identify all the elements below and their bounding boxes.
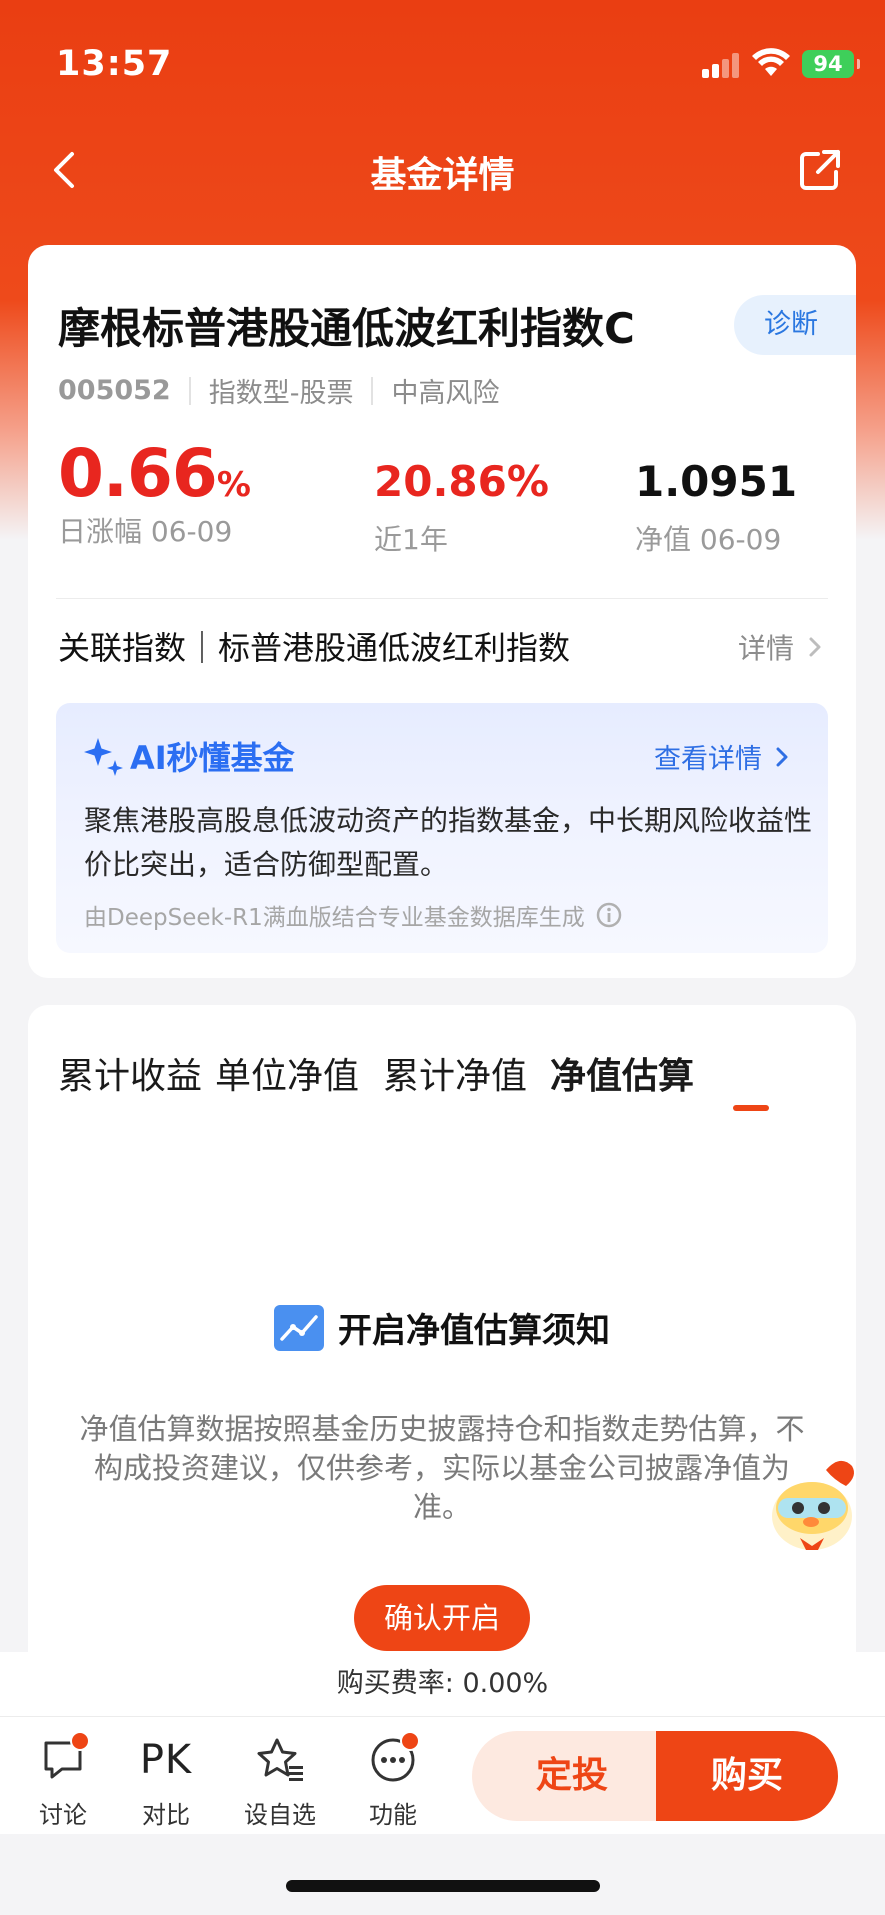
pk-icon: PK (139, 1737, 193, 1783)
ai-view-detail-link[interactable]: 查看详情 (654, 737, 794, 776)
nav-stat: 1.0951 净值 06-09 (635, 457, 797, 558)
status-bar: 13:57 94 (0, 0, 885, 120)
fund-meta: 005052 指数型-股票 中高风险 (58, 371, 499, 410)
purchase-fee: 购买费率: 0.00% (0, 1652, 885, 1716)
ai-title-text: AI秒懂基金 (130, 739, 295, 777)
fund-name: 摩根标普港股通低波红利指数C (58, 304, 635, 353)
discuss-label: 讨论 (39, 1801, 87, 1829)
one-year-value: 20.86% (374, 457, 549, 506)
nav-bar: 基金详情 (0, 130, 885, 210)
line-chart-icon (274, 1304, 324, 1351)
compare-label: 对比 (142, 1801, 190, 1829)
share-icon[interactable] (798, 148, 842, 192)
home-area (0, 1834, 885, 1915)
one-year-stat: 20.86% 近1年 (374, 457, 549, 558)
chart-tabs: 累计收益 单位净值 累计净值 净值估算 (28, 1047, 856, 1127)
tab-cumulative-return[interactable]: 累计收益 (58, 1047, 202, 1099)
active-tab-indicator (733, 1105, 769, 1111)
bottom-action-bar: 讨论 PK 对比 设自选 功能 定投 购买 (0, 1716, 885, 1834)
fund-code: 005052 (58, 375, 171, 406)
estimate-notice-heading: 开启净值估算须知 (338, 1311, 610, 1351)
diagnose-button[interactable]: 诊断 (734, 295, 856, 355)
wifi-icon (752, 48, 790, 76)
buy-button[interactable]: 购买 (656, 1731, 838, 1821)
notification-dot (400, 1731, 420, 1751)
functions-label: 功能 (369, 1801, 417, 1829)
ai-summary-text: 聚焦港股高股息低波动资产的指数基金，中长期风险收益性价比突出，适合防御型配置。 (84, 804, 813, 881)
battery-icon: 94 (802, 50, 860, 78)
daily-change-label: 日涨幅 06-09 (58, 515, 233, 548)
add-watchlist-button[interactable]: 设自选 (235, 1731, 325, 1830)
home-indicator[interactable] (286, 1880, 600, 1892)
daily-change-value: 0.66% (58, 435, 251, 512)
confirm-enable-button[interactable]: 确认开启 (354, 1585, 530, 1651)
ai-summary-box[interactable]: AI秒懂基金 查看详情 聚焦港股高股息低波动资产的指数基金，中长期风险收益性价比… (56, 703, 828, 953)
daily-change-stat: 0.66% 日涨幅 06-09 (58, 435, 251, 550)
functions-button[interactable]: 功能 (348, 1731, 438, 1830)
index-detail-link[interactable]: 详情 (738, 627, 828, 667)
estimate-notice-title: 开启净值估算须知 (28, 1303, 856, 1352)
tab-unit-nav[interactable]: 单位净值 (215, 1047, 359, 1099)
nav-label: 净值 06-09 (635, 523, 782, 556)
ai-summary-title: AI秒懂基金 (82, 733, 295, 779)
fund-type: 指数型-股票 (208, 378, 354, 409)
tab-cumulative-nav[interactable]: 累计净值 (383, 1047, 527, 1099)
notification-dot (70, 1731, 90, 1751)
page-title: 基金详情 (370, 155, 515, 196)
chevron-right-icon (776, 747, 788, 766)
compare-button[interactable]: PK 对比 (121, 1731, 211, 1830)
mascot-icon[interactable] (770, 1450, 870, 1560)
watchlist-label: 设自选 (244, 1801, 316, 1829)
chevron-right-icon (809, 637, 821, 657)
info-icon[interactable] (595, 901, 623, 929)
battery-level: 94 (813, 52, 843, 76)
related-index[interactable]: 关联指数｜标普港股通低波红利指数 (58, 623, 570, 669)
fund-overview-card: 摩根标普港股通低波红利指数C 诊断 005052 指数型-股票 中高风险 0.6… (28, 245, 856, 978)
index-detail-label: 详情 (737, 632, 794, 665)
cellular-signal-icon (702, 52, 742, 78)
discuss-button[interactable]: 讨论 (18, 1731, 108, 1830)
divider (56, 598, 828, 599)
fund-risk: 中高风险 (391, 378, 500, 409)
estimate-notice-text: 净值估算数据按照基金历史披露持仓和指数走势估算，不构成投资建议，仅供参考，实际以… (79, 1412, 805, 1524)
one-year-label: 近1年 (374, 523, 448, 556)
meta-divider (371, 376, 374, 405)
status-time: 13:57 (56, 44, 173, 84)
star-list-icon (257, 1738, 303, 1781)
tab-nav-estimate[interactable]: 净值估算 (550, 1047, 694, 1099)
auto-invest-button[interactable]: 定投 (472, 1731, 672, 1821)
meta-divider (188, 376, 191, 405)
ai-source-text: 由DeepSeek-R1满血版结合专业基金数据库生成 (84, 905, 585, 931)
ai-source-note: 由DeepSeek-R1满血版结合专业基金数据库生成 (84, 898, 623, 932)
nav-value: 1.0951 (635, 457, 798, 506)
nav-chart-card: 累计收益 单位净值 累计净值 净值估算 开启净值估算须知 净值估算数据按照基金历… (28, 1005, 856, 1655)
ai-view-detail-label: 查看详情 (654, 744, 762, 775)
sparkle-icon (84, 738, 123, 776)
